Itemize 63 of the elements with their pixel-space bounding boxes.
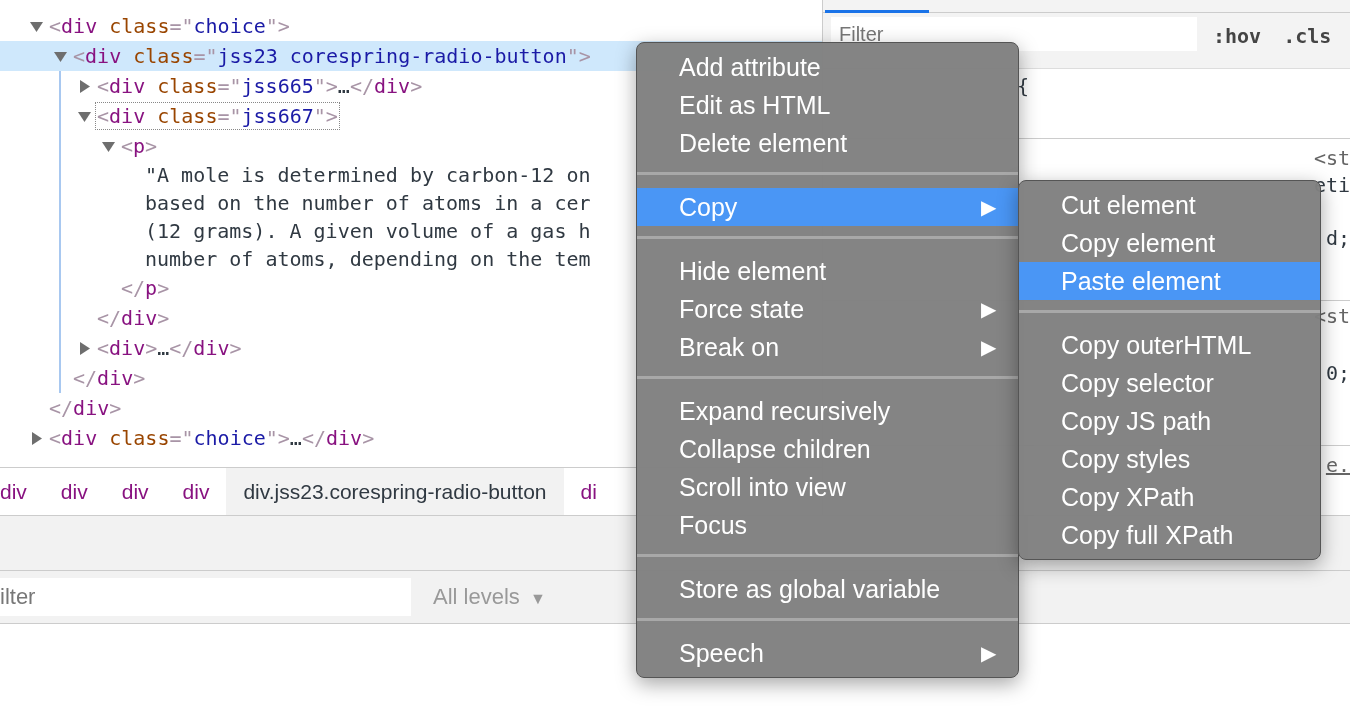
- closing-tag: </div>: [72, 365, 147, 391]
- disclosure-triangle-icon[interactable]: [78, 341, 91, 355]
- style-text: {: [1017, 73, 1031, 100]
- text-content: (12 grams). A given volume of a gas h: [144, 218, 592, 244]
- disclosure-triangle-icon[interactable]: [30, 19, 43, 33]
- menu-item[interactable]: Cut element: [1019, 186, 1320, 224]
- menu-item[interactable]: Delete element: [637, 124, 1018, 162]
- menu-item[interactable]: Focus: [637, 506, 1018, 544]
- breadcrumb[interactable]: div: [165, 468, 227, 515]
- text-content: based on the number of atoms in a cer: [144, 190, 592, 216]
- closing-tag: </p>: [120, 275, 171, 301]
- breadcrumb[interactable]: div.jss23.corespring-radio-button: [226, 468, 564, 515]
- console-filter-field[interactable]: ilter: [0, 578, 411, 616]
- menu-item[interactable]: Collapse children: [637, 430, 1018, 468]
- toggle-button[interactable]: .cls: [1277, 17, 1338, 55]
- menu-item[interactable]: Store as global variable: [637, 570, 1018, 608]
- style-text: e.: [1325, 452, 1350, 479]
- element-tag: <div class="jss667">: [96, 103, 339, 129]
- disclosure-triangle-icon[interactable]: [78, 79, 91, 93]
- submenu-arrow-icon: ▶: [981, 188, 996, 226]
- submenu-arrow-icon: ▶: [981, 290, 996, 328]
- menu-item[interactable]: Copy ▶: [637, 188, 1018, 226]
- breadcrumb[interactable]: di: [563, 468, 614, 515]
- element-tag: <div class="choice">: [48, 13, 291, 39]
- menu-item[interactable]: Copy outerHTML: [1019, 326, 1320, 364]
- menu-item[interactable]: Speech ▶: [637, 634, 1018, 672]
- element-tag: <div class="jss665">…</div>: [96, 73, 424, 99]
- submenu-arrow-icon: ▶: [981, 634, 996, 672]
- style-text: <st: [1313, 145, 1350, 172]
- tree-row[interactable]: <div class="choice">: [0, 11, 822, 41]
- disclosure-triangle-icon[interactable]: [30, 431, 43, 445]
- levels-dropdown[interactable]: All levels ▼: [427, 583, 552, 611]
- menu-item[interactable]: Paste element: [1019, 262, 1320, 300]
- menu-item[interactable]: Break on ▶: [637, 328, 1018, 366]
- menu-item[interactable]: Expand recursively: [637, 392, 1018, 430]
- text-content: number of atoms, depending on the tem: [144, 246, 592, 272]
- closing-tag: </div>: [48, 395, 123, 421]
- toggle-button[interactable]: :hov: [1207, 17, 1268, 55]
- text-content: "A mole is determined by carbon-12 on: [144, 162, 592, 188]
- breadcrumb[interactable]: div: [0, 468, 44, 515]
- menu-item[interactable]: Edit as HTML: [637, 86, 1018, 124]
- disclosure-triangle-icon[interactable]: [54, 49, 67, 63]
- menu-item[interactable]: Copy full XPath: [1019, 516, 1320, 554]
- element-tag: <div>…</div>: [96, 335, 243, 361]
- breadcrumb[interactable]: div: [104, 468, 166, 515]
- breadcrumb[interactable]: div: [43, 468, 105, 515]
- closing-tag: </div>: [96, 305, 171, 331]
- element-tag: <p>: [120, 133, 159, 159]
- menu-item[interactable]: Copy JS path: [1019, 402, 1320, 440]
- menu-item[interactable]: Copy styles: [1019, 440, 1320, 478]
- menu-item[interactable]: Force state ▶: [637, 290, 1018, 328]
- menu-item[interactable]: Scroll into view: [637, 468, 1018, 506]
- submenu-arrow-icon: ▶: [981, 328, 996, 366]
- disclosure-triangle-icon[interactable]: [102, 139, 115, 153]
- disclosure-triangle-icon[interactable]: [78, 109, 91, 123]
- style-text: d;: [1325, 225, 1350, 252]
- menu-item[interactable]: Copy selector: [1019, 364, 1320, 402]
- style-text: 0;: [1325, 360, 1350, 387]
- menu-item[interactable]: Hide element: [637, 252, 1018, 290]
- element-tag: <div class="choice">…</div>: [48, 425, 376, 451]
- menu-item[interactable]: Copy XPath: [1019, 478, 1320, 516]
- menu-item[interactable]: Copy element: [1019, 224, 1320, 262]
- element-tag: <div class="jss23 corespring-radio-button">: [72, 43, 592, 69]
